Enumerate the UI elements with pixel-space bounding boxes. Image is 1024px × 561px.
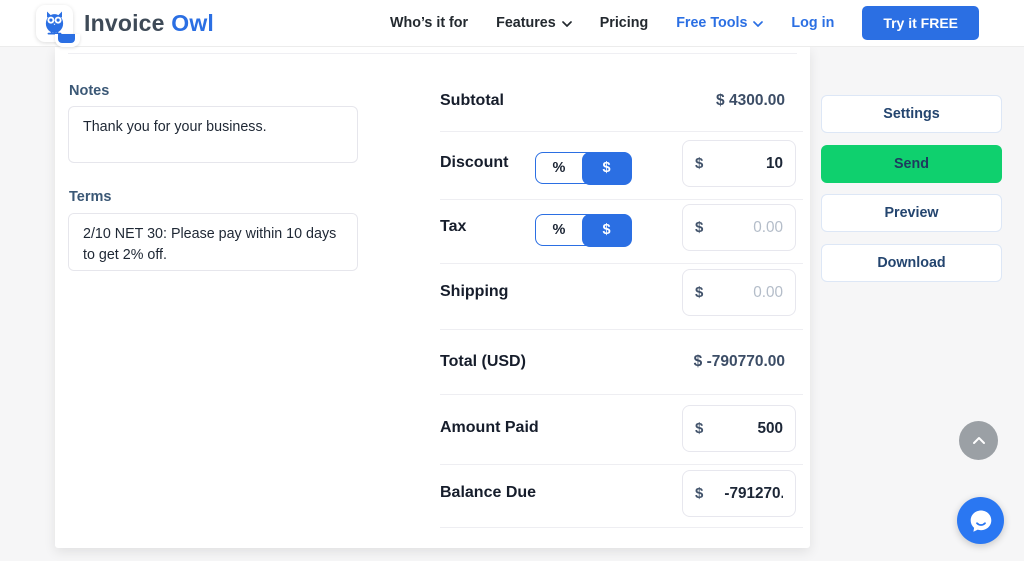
divider	[440, 131, 803, 132]
subtotal-value: $ 4300.00	[716, 92, 785, 109]
terms-input[interactable]: 2/10 NET 30: Please pay within 10 days t…	[68, 213, 358, 271]
amount-paid-label: Amount Paid	[440, 419, 539, 436]
nav-features-label: Features	[496, 15, 556, 31]
chat-bubble-icon	[970, 510, 991, 532]
discount-percent-option[interactable]: %	[536, 153, 582, 183]
nav-links: Who’s it for Features Pricing Free Tools…	[390, 6, 979, 40]
scrolled-content-fragment	[55, 34, 80, 47]
notes-input[interactable]: Thank you for your business.	[68, 106, 358, 163]
download-button[interactable]: Download	[821, 244, 1002, 282]
tax-percent-option[interactable]: %	[536, 215, 582, 245]
chevron-down-icon	[561, 21, 572, 27]
currency-symbol: $	[695, 284, 704, 301]
shipping-label: Shipping	[440, 283, 509, 300]
nav-whos-it-for[interactable]: Who’s it for	[390, 15, 468, 31]
invoice-form-card: Notes Thank you for your business. Terms…	[55, 47, 810, 548]
balance-due-label: Balance Due	[440, 484, 537, 501]
amount-paid-input[interactable]	[703, 419, 783, 438]
shipping-input-box: $	[682, 269, 796, 316]
currency-symbol: $	[695, 420, 704, 437]
total-label-text: Total	[440, 353, 482, 370]
brand-name: Invoice Owl	[84, 9, 215, 36]
divider	[440, 527, 803, 528]
scroll-to-top-button[interactable]	[959, 421, 998, 460]
discount-dollar-option[interactable]: $	[581, 151, 632, 185]
nav-log-in[interactable]: Log in	[791, 15, 834, 31]
chat-widget-button[interactable]	[957, 497, 1004, 544]
terms-label: Terms	[69, 189, 112, 205]
nav-free-tools-label: Free Tools	[676, 15, 748, 31]
divider	[440, 329, 803, 330]
tax-dollar-option[interactable]: $	[581, 213, 632, 247]
divider	[440, 199, 803, 200]
nav-pricing[interactable]: Pricing	[600, 15, 648, 31]
nav-features[interactable]: Features	[496, 15, 572, 31]
currency-symbol: $	[695, 219, 704, 236]
top-navbar: Invoice Owl Who’s it for Features Pricin…	[0, 0, 1024, 47]
amount-paid-input-box: $	[682, 405, 796, 452]
tax-input[interactable]	[703, 218, 783, 237]
divider	[440, 263, 803, 264]
tax-label: Tax	[440, 218, 467, 235]
settings-button[interactable]: Settings	[821, 95, 1002, 133]
discount-input-box: $	[682, 140, 796, 187]
discount-input[interactable]	[703, 154, 783, 173]
divider	[440, 464, 803, 465]
shipping-input[interactable]	[703, 283, 783, 302]
try-it-free-button[interactable]: Try it FREE	[862, 6, 979, 40]
currency-symbol: $	[695, 485, 704, 502]
divider	[68, 53, 797, 54]
subtotal-label: Subtotal	[440, 92, 504, 109]
preview-button[interactable]: Preview	[821, 194, 1002, 232]
tax-input-box: $	[682, 204, 796, 251]
fragment-blue-toggle	[58, 34, 75, 43]
send-button[interactable]: Send	[821, 145, 1002, 183]
balance-due-input[interactable]	[724, 484, 783, 503]
total-currency-suffix: (USD)	[481, 353, 526, 370]
discount-label: Discount	[440, 154, 509, 171]
divider	[440, 394, 803, 395]
total-value: $ -790770.00	[693, 353, 785, 370]
currency-symbol: $	[695, 155, 704, 172]
nav-free-tools[interactable]: Free Tools	[676, 15, 764, 31]
chevron-down-icon	[753, 21, 764, 27]
total-label: Total (USD)	[440, 351, 526, 373]
chevron-up-icon	[972, 437, 985, 444]
discount-unit-toggle: % $	[535, 151, 632, 185]
balance-due-input-box: $	[682, 470, 796, 517]
tax-unit-toggle: % $	[535, 213, 632, 247]
notes-label: Notes	[69, 83, 110, 99]
